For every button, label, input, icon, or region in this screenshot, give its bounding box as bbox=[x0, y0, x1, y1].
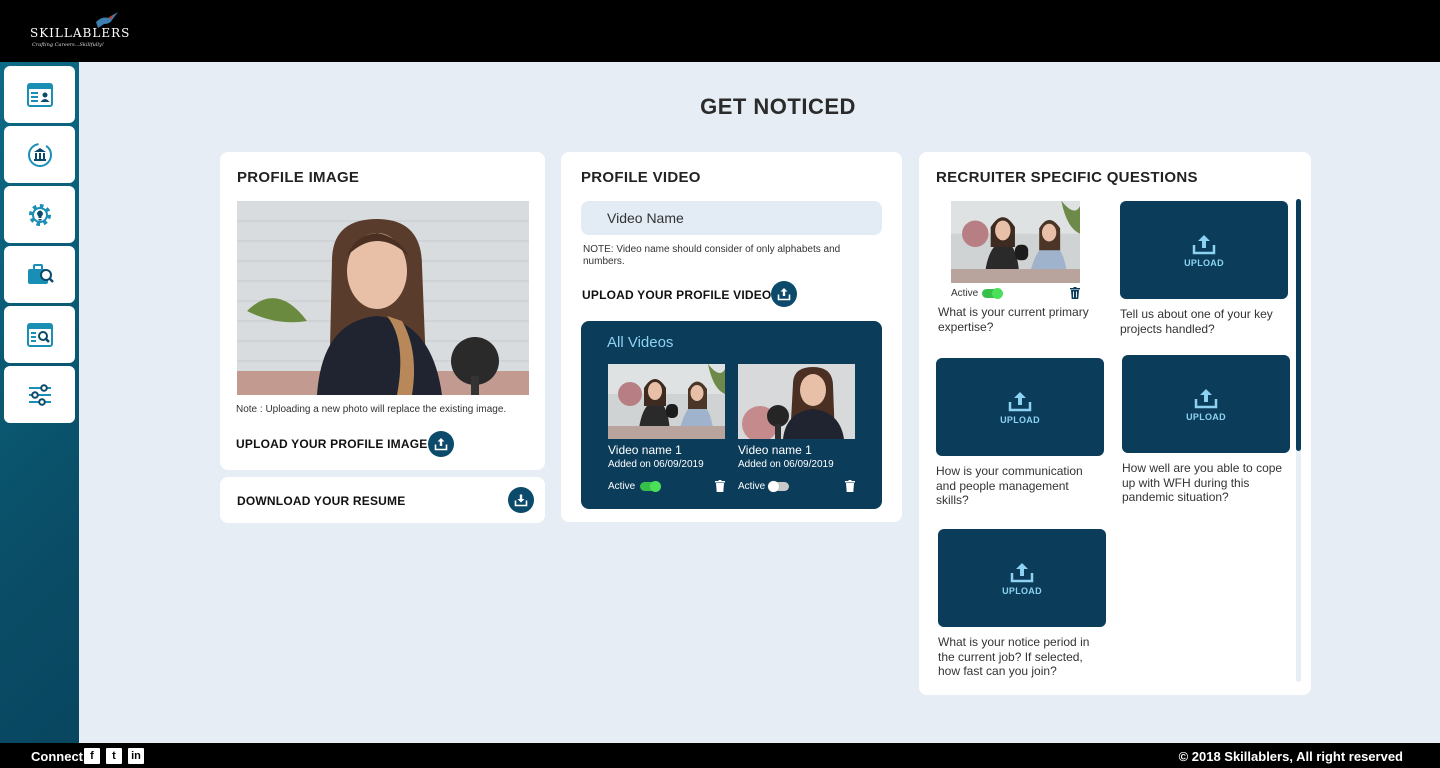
profile-photo bbox=[237, 201, 529, 395]
profile-video-title: PROFILE VIDEO bbox=[581, 169, 701, 186]
trash-icon[interactable] bbox=[845, 480, 855, 492]
question-text: What is your notice period in the curren… bbox=[938, 635, 1090, 678]
video-name: Video name 1 bbox=[608, 443, 682, 457]
briefcase-search-icon bbox=[27, 263, 54, 284]
question-text: How is your communication and people man… bbox=[936, 464, 1083, 507]
upload-label: UPLOAD bbox=[1000, 414, 1040, 425]
upload-answer-button[interactable]: UPLOAD bbox=[936, 358, 1104, 456]
linkedin-icon[interactable]: in bbox=[128, 748, 144, 764]
upload-profile-video-button[interactable] bbox=[771, 281, 797, 307]
page-title: GET NOTICED bbox=[700, 94, 856, 119]
sidebar-item-jobs[interactable] bbox=[4, 246, 75, 303]
recruiter-questions-card: RECRUITER SPECIFIC QUESTIONS Active What… bbox=[919, 152, 1311, 695]
trash-icon[interactable] bbox=[1070, 287, 1080, 299]
question-text: Tell us about one of your key projects h… bbox=[1120, 307, 1273, 336]
browser-search-icon bbox=[26, 322, 53, 347]
brand-tagline: Crafting Careers...Skillfully! bbox=[32, 42, 104, 48]
profile-image-note: Note : Uploading a new photo will replac… bbox=[236, 404, 507, 415]
all-videos-title: All Videos bbox=[607, 334, 674, 351]
trash-icon[interactable] bbox=[715, 480, 725, 492]
download-resume-button[interactable] bbox=[508, 487, 534, 513]
upload-icon bbox=[1193, 387, 1219, 409]
video-name-input[interactable] bbox=[581, 201, 882, 235]
sidebar-item-settings[interactable] bbox=[4, 366, 75, 423]
upload-label: UPLOAD bbox=[1002, 585, 1042, 596]
brand-name: SKILLABLERS bbox=[30, 26, 131, 40]
upload-icon bbox=[1009, 561, 1035, 583]
resume-card: DOWNLOAD YOUR RESUME bbox=[220, 477, 545, 523]
answer-video-thumbnail[interactable] bbox=[951, 201, 1080, 283]
footer: Connect f t in © 2018 Skillablers, All r… bbox=[0, 743, 1440, 768]
video-name-note: NOTE: Video name should consider of only… bbox=[583, 244, 841, 267]
profile-card-icon bbox=[26, 82, 53, 107]
video-name: Video name 1 bbox=[738, 443, 812, 457]
sidebar-item-profile[interactable] bbox=[4, 66, 75, 123]
top-bar: SKILLABLERS Crafting Careers...Skillfull… bbox=[0, 0, 1440, 62]
gear-bulb-icon bbox=[28, 203, 51, 226]
brand-logo[interactable]: SKILLABLERS Crafting Careers...Skillfull… bbox=[28, 10, 129, 52]
profile-video-card: PROFILE VIDEO NOTE: Video name should co… bbox=[561, 152, 902, 522]
twitter-icon[interactable]: t bbox=[106, 748, 122, 764]
answer-status-label: Active bbox=[951, 288, 979, 299]
facebook-icon[interactable]: f bbox=[84, 748, 100, 764]
sidebar bbox=[0, 62, 79, 743]
upload-icon bbox=[777, 287, 791, 301]
video-status-label: Active bbox=[608, 481, 636, 492]
download-icon bbox=[514, 493, 528, 507]
upload-profile-image-label[interactable]: UPLOAD YOUR PROFILE IMAGE bbox=[236, 437, 427, 451]
recruiter-questions-title: RECRUITER SPECIFIC QUESTIONS bbox=[936, 169, 1198, 186]
upload-label: UPLOAD bbox=[1186, 411, 1226, 422]
upload-icon bbox=[1191, 233, 1217, 255]
scrollbar-thumb[interactable] bbox=[1296, 199, 1301, 451]
download-resume-label[interactable]: DOWNLOAD YOUR RESUME bbox=[237, 494, 405, 508]
bank-cycle-icon bbox=[27, 142, 52, 167]
profile-image-card: PROFILE IMAGE Note : Uploading a new pho… bbox=[220, 152, 545, 470]
upload-icon bbox=[1007, 390, 1033, 412]
sidebar-item-institution[interactable] bbox=[4, 126, 75, 183]
upload-answer-button[interactable]: UPLOAD bbox=[938, 529, 1106, 627]
question-text: What is your current primary expertise? bbox=[938, 305, 1089, 334]
answer-active-toggle[interactable] bbox=[982, 288, 1003, 299]
all-videos-panel: All Videos Video name 1 Added on 06/09/2… bbox=[581, 321, 882, 509]
video-thumbnail[interactable] bbox=[738, 364, 855, 439]
video-active-toggle[interactable] bbox=[768, 481, 789, 492]
upload-profile-video-label[interactable]: UPLOAD YOUR PROFILE VIDEO bbox=[582, 288, 771, 302]
upload-label: UPLOAD bbox=[1184, 257, 1224, 268]
video-date: Added on 06/09/2019 bbox=[738, 459, 834, 470]
sidebar-item-skills[interactable] bbox=[4, 186, 75, 243]
copyright-text: © 2018 Skillablers, All right reserved bbox=[1178, 749, 1403, 764]
video-status-label: Active bbox=[738, 481, 766, 492]
upload-profile-image-button[interactable] bbox=[428, 431, 454, 457]
scrollbar[interactable] bbox=[1296, 199, 1301, 682]
video-active-toggle[interactable] bbox=[640, 481, 661, 492]
upload-icon bbox=[434, 437, 448, 451]
question-text: How well are you able to cope up with WF… bbox=[1122, 461, 1283, 504]
upload-answer-button[interactable]: UPLOAD bbox=[1122, 355, 1290, 453]
connect-label: Connect bbox=[31, 749, 83, 764]
video-date: Added on 06/09/2019 bbox=[608, 459, 704, 470]
video-thumbnail[interactable] bbox=[608, 364, 725, 439]
profile-image-title: PROFILE IMAGE bbox=[237, 169, 360, 186]
upload-answer-button[interactable]: UPLOAD bbox=[1120, 201, 1288, 299]
sidebar-item-search[interactable] bbox=[4, 306, 75, 363]
sliders-icon bbox=[28, 383, 51, 406]
